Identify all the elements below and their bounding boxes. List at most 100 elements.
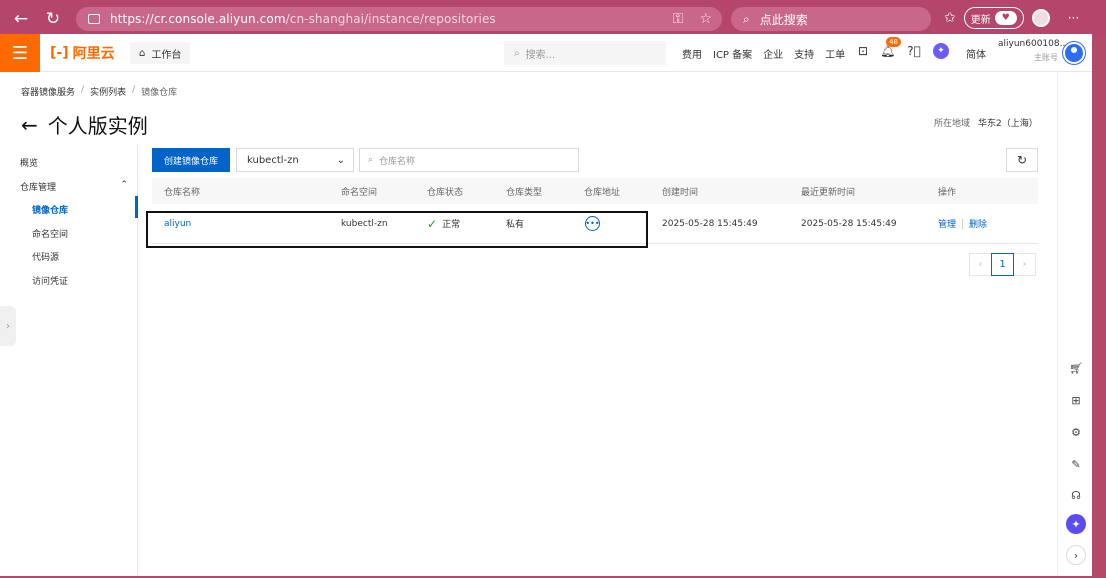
- repository-created-time: 2025-05-28 15:45:49: [662, 218, 758, 229]
- browser-profile-icon[interactable]: [1031, 9, 1050, 27]
- logo-mark: [-]: [50, 45, 69, 61]
- notification-badge: 48: [886, 37, 901, 47]
- column-header-updated: 最近更新时间: [801, 187, 856, 198]
- region-label: 所在地域: [934, 119, 971, 129]
- search-icon: ⌕: [368, 155, 374, 165]
- table-header: 仓库名称 命名空间 仓库状态 仓库类型 仓库地址 创建时间 最近更新时间 操作: [152, 178, 1038, 204]
- terminal-icon[interactable]: ⊡: [858, 44, 868, 58]
- column-header-created: 创建时间: [662, 187, 699, 198]
- console-search-placeholder: 搜索...: [525, 49, 556, 61]
- search-icon: ⌕: [743, 11, 750, 26]
- region-value: 华东2（上海）: [978, 119, 1038, 129]
- column-header-namespace: 命名空间: [341, 187, 378, 198]
- address-bar[interactable]: https://cr.console.aliyun.com/cn-shangha…: [76, 7, 722, 31]
- back-arrow-icon[interactable]: ←: [8, 6, 34, 32]
- menu-icon[interactable]: ☰: [0, 34, 40, 72]
- column-header-type: 仓库类型: [506, 187, 543, 198]
- favorites-icon[interactable]: ✩: [944, 10, 956, 26]
- logo-text: 阿里云: [72, 46, 115, 62]
- sidebar-item-credentials[interactable]: 访问凭证: [32, 274, 68, 287]
- more-menu-icon[interactable]: ···: [1068, 11, 1079, 25]
- breadcrumb-item-service[interactable]: 容器镜像服务: [21, 85, 75, 98]
- namespace-select[interactable]: kubectl-zn ⌄: [236, 148, 354, 172]
- nav-link-support[interactable]: 支持: [794, 46, 814, 61]
- calculator-icon[interactable]: ⊞: [1068, 392, 1084, 408]
- right-tool-rail: 🛒︎ ⊞ ⚙ ✎ ☊ ✦ ›: [1057, 72, 1092, 576]
- chevron-up-icon: ⌃: [120, 180, 128, 190]
- console-app: ☰ [-] 阿里云 ⌂ 工作台 ⌕ 搜索... 费用 ICP 备案 企业 支持 …: [0, 34, 1092, 576]
- account-info[interactable]: aliyun600108... 主账号: [998, 39, 1069, 63]
- breadcrumb-item-current: 镜像仓库: [141, 88, 178, 98]
- sidebar: 概览 仓库管理 ⌃ 镜像仓库 命名空间 代码源 访问凭证 ›: [0, 144, 138, 576]
- sidebar-item-repositories[interactable]: 镜像仓库: [32, 203, 68, 216]
- back-arrow-icon[interactable]: ←: [21, 113, 38, 137]
- nav-link-ticket[interactable]: 工单: [825, 46, 845, 61]
- repository-search-input[interactable]: ⌕ 仓库名称: [359, 148, 579, 172]
- sidebar-item-code-source[interactable]: 代码源: [32, 250, 59, 263]
- region-info: 所在地域 华东2（上海）: [934, 116, 1038, 129]
- search-icon: ⌕: [514, 47, 520, 59]
- chevron-right-icon[interactable]: ›: [1066, 545, 1086, 565]
- top-header: ☰ [-] 阿里云 ⌂ 工作台 ⌕ 搜索... 费用 ICP 备案 企业 支持 …: [0, 34, 1092, 72]
- bell-icon[interactable]: 🔔︎ 48: [880, 37, 901, 58]
- page-info-icon[interactable]: [88, 14, 100, 24]
- headset-support-icon[interactable]: ☊: [1068, 487, 1084, 503]
- account-name: aliyun600108...: [998, 39, 1069, 49]
- aliyun-logo[interactable]: [-] 阿里云: [50, 43, 115, 63]
- sidebar-group-repo-management[interactable]: 仓库管理 ⌃: [20, 180, 128, 193]
- sidebar-item-namespaces[interactable]: 命名空间: [32, 227, 68, 240]
- settings-gear-icon[interactable]: ⚙: [1068, 424, 1084, 440]
- edit-pen-icon[interactable]: ✎: [1068, 456, 1084, 472]
- page-title: ← 个人版实例: [21, 110, 148, 139]
- repository-updated-time: 2025-05-28 15:45:49: [801, 218, 897, 229]
- page-title-text: 个人版实例: [47, 114, 148, 138]
- column-header-name: 仓库名称: [164, 187, 201, 198]
- cart-icon[interactable]: 🛒︎: [1068, 360, 1084, 376]
- nav-link-icp[interactable]: ICP 备案: [713, 46, 752, 61]
- column-header-address: 仓库地址: [584, 187, 621, 198]
- breadcrumb-item-instances[interactable]: 实例列表: [90, 85, 126, 98]
- refresh-icon: ↻: [1016, 153, 1028, 167]
- console-search-input[interactable]: ⌕ 搜索...: [504, 41, 666, 65]
- chevron-down-icon: ⌄: [336, 154, 345, 166]
- language-switch[interactable]: 简体: [966, 46, 986, 61]
- ai-assistant-icon[interactable]: ✦: [932, 43, 949, 59]
- account-role: 主账号: [1034, 53, 1058, 62]
- delete-link[interactable]: 删除: [969, 217, 987, 230]
- next-page-button[interactable]: ›: [1013, 253, 1036, 276]
- nav-link-billing[interactable]: 费用: [682, 46, 702, 61]
- page-number-current[interactable]: 1: [991, 253, 1014, 276]
- column-header-actions: 操作: [938, 187, 957, 198]
- update-label: 更新: [970, 14, 991, 26]
- workbench-button[interactable]: ⌂ 工作台: [130, 42, 191, 64]
- update-button[interactable]: 更新 ♥: [963, 7, 1024, 29]
- home-icon: ⌂: [139, 47, 146, 59]
- reload-icon[interactable]: ↻: [40, 6, 66, 32]
- prev-page-button[interactable]: ‹: [969, 253, 992, 276]
- column-header-status: 仓库状态: [427, 187, 464, 198]
- namespace-select-value: kubectl-zn: [247, 154, 299, 166]
- browser-toolbar: ← ↻ https://cr.console.aliyun.com/cn-sha…: [0, 0, 1106, 38]
- manage-link[interactable]: 管理: [938, 217, 956, 230]
- browser-search-text: 点此搜索: [759, 12, 808, 27]
- key-icon[interactable]: ⚿: [673, 11, 684, 27]
- favorite-star-icon[interactable]: ☆: [699, 11, 712, 27]
- sidebar-item-overview[interactable]: 概览: [20, 156, 38, 169]
- browser-search-box[interactable]: ⌕ 点此搜索: [731, 7, 931, 31]
- refresh-button[interactable]: ↻: [1006, 148, 1038, 172]
- sidebar-active-indicator: [135, 196, 138, 218]
- row-actions: 管理 删除: [938, 204, 987, 243]
- repository-search-placeholder: 仓库名称: [379, 156, 416, 167]
- avatar[interactable]: [1063, 42, 1085, 64]
- highlight-annotation: [146, 211, 648, 248]
- heart-icon: ♥: [994, 11, 1017, 25]
- sidebar-collapse-handle[interactable]: ›: [0, 306, 16, 346]
- breadcrumb-separator: /: [81, 85, 85, 95]
- help-icon[interactable]: ?⃝: [907, 44, 921, 58]
- sidebar-group-label: 仓库管理: [20, 183, 57, 193]
- create-repository-button[interactable]: 创建镜像仓库: [152, 148, 230, 172]
- url-text: https://cr.console.aliyun.com/cn-shangha…: [110, 12, 496, 26]
- action-divider: [962, 218, 964, 229]
- nav-link-enterprise[interactable]: 企业: [763, 46, 783, 61]
- ai-assistant-icon[interactable]: ✦: [1066, 514, 1086, 534]
